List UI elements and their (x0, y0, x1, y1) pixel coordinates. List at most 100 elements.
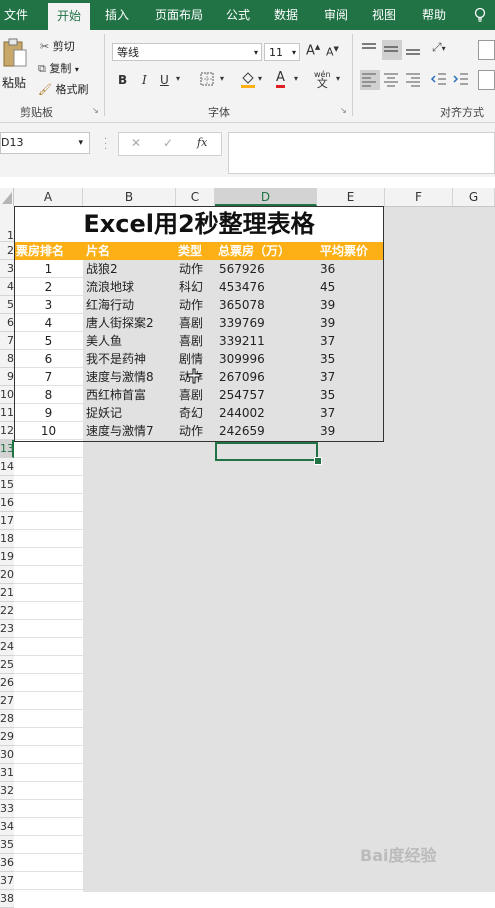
select-all-corner[interactable] (0, 188, 14, 206)
name-box[interactable]: D13 ▾ (0, 132, 90, 154)
font-size-select[interactable]: 11 ▾ (264, 43, 300, 61)
align-right-button[interactable] (404, 70, 424, 90)
italic-button[interactable]: I (142, 73, 147, 87)
copy-button[interactable]: ⧉ 复制 ▾ (38, 60, 79, 76)
row-header-36[interactable]: 36 (0, 854, 14, 872)
row-header-26[interactable]: 26 (0, 674, 14, 692)
chevron-down-icon[interactable]: ▾ (258, 74, 262, 83)
column-header-d[interactable]: D (215, 188, 317, 206)
row-header-2[interactable]: 2 (0, 242, 14, 260)
shrink-font-icon: A (326, 45, 334, 59)
align-middle-button[interactable] (382, 40, 402, 60)
chevron-down-icon[interactable]: ▾ (294, 74, 298, 83)
font-color-button[interactable]: A (276, 70, 285, 88)
row-header-14[interactable]: 14 (0, 458, 14, 476)
tab-home[interactable]: 开始 (48, 3, 90, 30)
row-header-10[interactable]: 10 (0, 386, 14, 404)
chevron-down-icon[interactable]: ▾ (176, 74, 180, 83)
tab-help[interactable]: 帮助 (416, 0, 452, 30)
row-header-5[interactable]: 5 (0, 296, 14, 314)
tab-data[interactable]: 数据 (268, 0, 304, 30)
row-header-15[interactable]: 15 (0, 476, 14, 494)
row-header-33[interactable]: 33 (0, 800, 14, 818)
tab-review[interactable]: 审阅 (318, 0, 354, 30)
row-header-22[interactable]: 22 (0, 602, 14, 620)
row-header-16[interactable]: 16 (0, 494, 14, 512)
row-header-11[interactable]: 11 (0, 404, 14, 422)
row-header-12[interactable]: 12 (0, 422, 14, 440)
align-center-button[interactable] (382, 70, 402, 90)
column-header-a[interactable]: A (14, 188, 83, 206)
row-header-7[interactable]: 7 (0, 332, 14, 350)
row-header-3[interactable]: 3 (0, 260, 14, 278)
row-header-17[interactable]: 17 (0, 512, 14, 530)
row-header-27[interactable]: 27 (0, 692, 14, 710)
orientation-button[interactable]: ⤢▾ (432, 40, 446, 55)
phonetic-button[interactable]: wén 文 (314, 70, 331, 89)
column-header-e[interactable]: E (317, 188, 385, 206)
chevron-down-icon[interactable]: ▾ (75, 65, 79, 74)
border-button[interactable] (200, 72, 214, 89)
row-header-21[interactable]: 21 (0, 584, 14, 602)
row-header-29[interactable]: 29 (0, 728, 14, 746)
row-header-9[interactable]: 9 (0, 368, 14, 386)
wrap-text-button[interactable] (478, 40, 495, 60)
row-header-37[interactable]: 37 (0, 872, 14, 890)
tab-file[interactable]: 文件 (0, 0, 32, 30)
decrease-font-button[interactable]: A▼ (326, 45, 339, 59)
row-header-1[interactable]: 1 (0, 206, 14, 242)
lightbulb-icon[interactable] (470, 0, 490, 30)
row-header-8[interactable]: 8 (0, 350, 14, 368)
row-header-23[interactable]: 23 (0, 620, 14, 638)
row-header-24[interactable]: 24 (0, 638, 14, 656)
column-header-c[interactable]: C (176, 188, 215, 206)
column-header-b[interactable]: B (83, 188, 176, 206)
chevron-down-icon[interactable]: ▾ (220, 74, 224, 83)
increase-indent-button[interactable] (452, 70, 472, 90)
bold-button[interactable]: B (118, 73, 127, 87)
formula-input[interactable] (228, 132, 495, 174)
align-bottom-button[interactable] (404, 40, 424, 60)
column-header-f[interactable]: F (385, 188, 453, 206)
tab-page-layout[interactable]: 页面布局 (148, 0, 210, 30)
row-header-35[interactable]: 35 (0, 836, 14, 854)
dialog-launcher-icon[interactable]: ↘ (92, 106, 99, 115)
font-name-select[interactable]: 等线 ▾ (112, 43, 262, 61)
fill-handle[interactable] (314, 457, 322, 465)
cancel-icon[interactable]: ✕ (131, 136, 141, 150)
enter-icon[interactable]: ✓ (163, 136, 173, 150)
column-header-g[interactable]: G (453, 188, 495, 206)
insert-function-button[interactable]: fx (197, 136, 207, 149)
tab-formulas[interactable]: 公式 (220, 0, 256, 30)
ribbon-tab-bar: 文件 开始 插入 页面布局 公式 数据 审阅 视图 帮助 (0, 0, 495, 30)
row-header-32[interactable]: 32 (0, 782, 14, 800)
row-header-4[interactable]: 4 (0, 278, 14, 296)
row-header-13[interactable]: 13 (0, 440, 14, 458)
tab-view[interactable]: 视图 (366, 0, 402, 30)
align-left-button[interactable] (360, 70, 380, 90)
row-header-18[interactable]: 18 (0, 530, 14, 548)
fill-color-button[interactable] (240, 70, 256, 91)
decrease-indent-button[interactable] (430, 70, 450, 90)
row-header-31[interactable]: 31 (0, 764, 14, 782)
cut-button[interactable]: ✂ 剪切 (40, 38, 75, 54)
format-painter-button[interactable]: 🖌 格式刷 (38, 81, 88, 97)
row-header-34[interactable]: 34 (0, 818, 14, 836)
row-header-25[interactable]: 25 (0, 656, 14, 674)
row-header-38[interactable]: 38 (0, 890, 14, 908)
row-header-6[interactable]: 6 (0, 314, 14, 332)
row-header-20[interactable]: 20 (0, 566, 14, 584)
row-header-30[interactable]: 30 (0, 746, 14, 764)
increase-font-button[interactable]: A▲ (306, 43, 320, 58)
underline-button[interactable]: U (160, 73, 169, 87)
paste-button[interactable]: 粘贴 (0, 36, 32, 94)
merge-center-button[interactable] (478, 70, 495, 90)
dialog-launcher-icon[interactable]: ↘ (340, 106, 347, 115)
selected-cell-d13[interactable] (215, 442, 318, 461)
chevron-down-icon[interactable]: ▾ (336, 74, 340, 83)
align-top-button[interactable] (360, 40, 380, 60)
brush-icon: 🖌 (38, 83, 52, 96)
row-header-19[interactable]: 19 (0, 548, 14, 566)
row-header-28[interactable]: 28 (0, 710, 14, 728)
tab-insert[interactable]: 插入 (98, 0, 136, 30)
